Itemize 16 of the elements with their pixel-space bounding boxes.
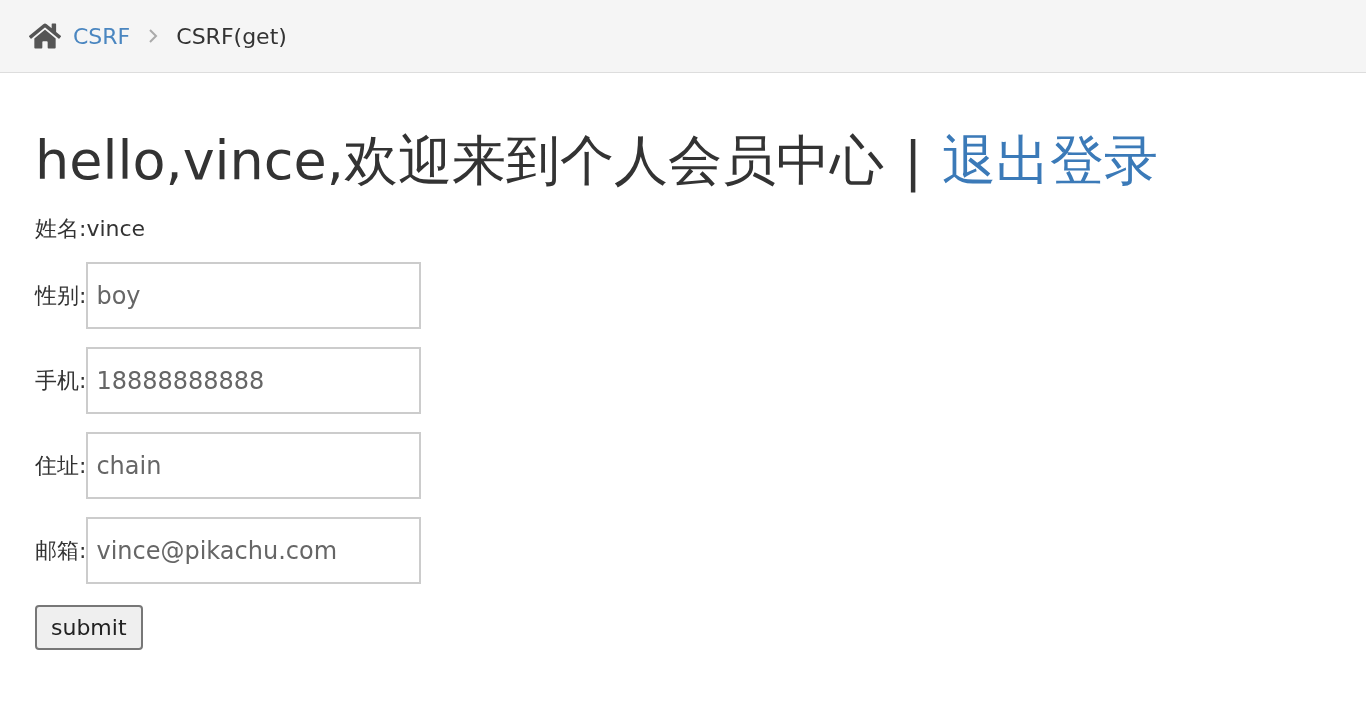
logout-link[interactable]: 退出登录 (942, 125, 1159, 198)
field-label: 性别: (35, 281, 87, 310)
input-field[interactable]: chain (86, 432, 422, 499)
page-title: hello,vince,欢迎来到个人会员中心 (35, 128, 884, 194)
input-field[interactable]: 18888888888 (86, 347, 422, 414)
submit-button[interactable]: submit (35, 605, 143, 650)
input-field[interactable]: boy (86, 262, 422, 329)
name-text: 姓名:vince (35, 215, 147, 243)
field-label: 住址: (35, 451, 87, 480)
breadcrumb-link[interactable]: CSRF (73, 23, 131, 49)
current-page-text: CSRF(get) (176, 23, 287, 49)
field-label: 邮箱: (35, 536, 87, 565)
chevron-icon (148, 29, 159, 43)
field-label: 手机: (35, 366, 87, 395)
title-separator: | (903, 130, 923, 193)
input-field[interactable]: vince@pikachu.com (86, 517, 422, 584)
